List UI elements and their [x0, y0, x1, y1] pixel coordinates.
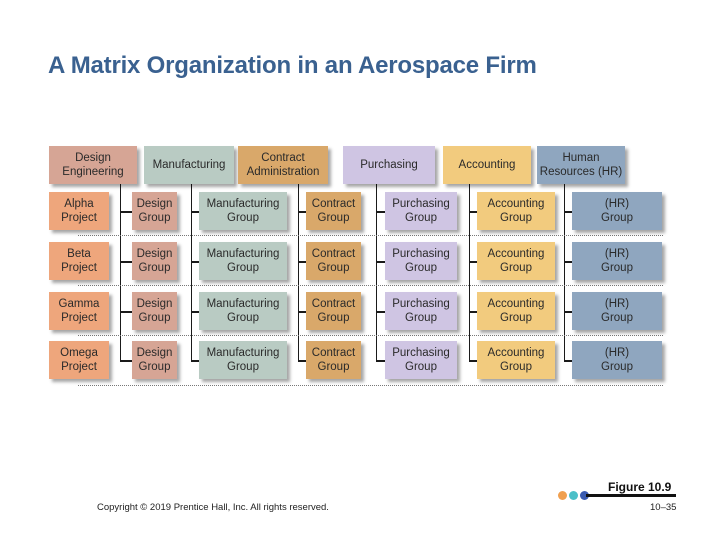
group-box: Purchasing Group [385, 292, 457, 330]
group-connector-tick [564, 360, 572, 362]
group-box: (HR) Group [572, 341, 662, 379]
group-box: Contract Group [306, 242, 361, 280]
function-box: Contract Administration [238, 146, 328, 184]
group-connector-tick [298, 261, 306, 263]
group-box: Manufacturing Group [199, 192, 287, 230]
group-connector-tick [191, 211, 199, 213]
project-box: Gamma Project [49, 292, 109, 330]
group-connector-tick [298, 211, 306, 213]
matrix-org-chart: Design Engineering Manufacturing Contract … [0, 0, 720, 540]
project-box: Omega Project [49, 341, 109, 379]
function-box: Manufacturing [144, 146, 234, 184]
figure-label: Figure 10.9 [608, 480, 672, 494]
decor-dot-orange [558, 491, 567, 500]
group-box: Manufacturing Group [199, 341, 287, 379]
project-connector-dotted [78, 335, 663, 336]
group-box: Manufacturing Group [199, 292, 287, 330]
group-connector-tick [469, 261, 477, 263]
group-connector-tick [469, 311, 477, 313]
project-connector-dotted [78, 385, 663, 386]
group-connector-tick [376, 360, 385, 362]
group-box: Manufacturing Group [199, 242, 287, 280]
group-box: Design Group [132, 242, 177, 280]
group-box: Accounting Group [477, 242, 555, 280]
page-number: 10–35 [650, 502, 677, 513]
group-connector-tick [376, 311, 385, 313]
group-connector-tick [298, 360, 306, 362]
group-box: Purchasing Group [385, 242, 457, 280]
group-box: Purchasing Group [385, 341, 457, 379]
group-connector-tick [564, 311, 572, 313]
decor-dot-teal [569, 491, 578, 500]
group-connector-tick [376, 211, 385, 213]
group-connector-tick [469, 211, 477, 213]
project-connector-dotted [78, 235, 663, 236]
group-connector-tick [191, 360, 199, 362]
group-connector-tick [564, 261, 572, 263]
function-box: Accounting [443, 146, 531, 184]
group-box: (HR) Group [572, 292, 662, 330]
project-connector-dotted [78, 285, 663, 286]
group-box: Contract Group [306, 192, 361, 230]
group-connector-tick [469, 360, 477, 362]
group-connector-tick [298, 311, 306, 313]
group-connector-tick [191, 311, 199, 313]
group-box: Accounting Group [477, 192, 555, 230]
group-connector-tick [564, 211, 572, 213]
group-connector-tick [191, 261, 199, 263]
group-connector-tick [376, 261, 385, 263]
group-box: Accounting Group [477, 341, 555, 379]
copyright-text: Copyright © 2019 Prentice Hall, Inc. All… [97, 502, 329, 513]
group-box: Design Group [132, 341, 177, 379]
function-box: Purchasing [343, 146, 435, 184]
group-box: Purchasing Group [385, 192, 457, 230]
figure-rule [586, 494, 676, 497]
group-connector-tick [120, 360, 132, 362]
group-connector-tick [120, 261, 132, 263]
function-box: Design Engineering [49, 146, 137, 184]
group-connector-tick [120, 311, 132, 313]
project-box: Alpha Project [49, 192, 109, 230]
group-box: Design Group [132, 192, 177, 230]
group-box: (HR) Group [572, 192, 662, 230]
group-box: Contract Group [306, 341, 361, 379]
group-box: Design Group [132, 292, 177, 330]
group-box: (HR) Group [572, 242, 662, 280]
function-box: Human Resources (HR) [537, 146, 625, 184]
group-connector-tick [120, 211, 132, 213]
group-box: Contract Group [306, 292, 361, 330]
project-box: Beta Project [49, 242, 109, 280]
group-box: Accounting Group [477, 292, 555, 330]
